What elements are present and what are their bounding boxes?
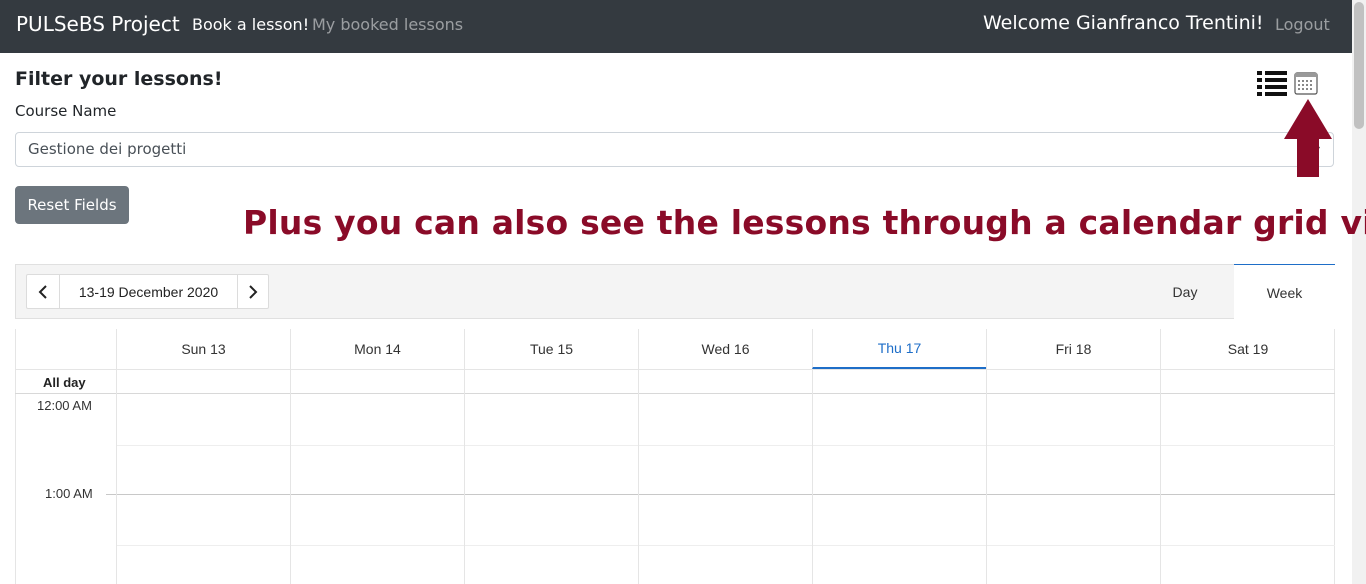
- scrollbar-thumb[interactable]: [1354, 2, 1364, 129]
- view-day-tab[interactable]: Day: [1136, 265, 1234, 318]
- next-week-button[interactable]: [237, 275, 268, 308]
- grid-line: [15, 369, 1335, 370]
- nav-booked-lessons[interactable]: My booked lessons: [312, 15, 463, 34]
- day-header[interactable]: Sun 13: [116, 329, 290, 369]
- chevron-left-icon: [38, 284, 47, 299]
- logout-link[interactable]: Logout: [1275, 15, 1330, 34]
- grid-line: [116, 369, 117, 584]
- day-header[interactable]: Wed 16: [638, 329, 812, 369]
- view-week-tab[interactable]: Week: [1234, 264, 1335, 320]
- course-name-label: Course Name: [15, 102, 117, 120]
- brand-link[interactable]: PULSeBS Project: [16, 12, 180, 36]
- all-day-label: All day: [43, 375, 86, 390]
- course-name-select[interactable]: Gestione dei progetti: [15, 132, 1334, 167]
- day-header[interactable]: Mon 14: [290, 329, 464, 369]
- reset-fields-button[interactable]: Reset Fields: [15, 186, 129, 224]
- annotation-arrow: [1284, 99, 1332, 177]
- grid-line: [1160, 369, 1161, 584]
- chevron-right-icon: [249, 284, 258, 299]
- navbar: PULSeBS Project Book a lesson! My booked…: [0, 0, 1352, 53]
- filter-title: Filter your lessons!: [15, 68, 223, 90]
- day-header[interactable]: Sat 19: [1160, 329, 1335, 369]
- grid-line: [638, 369, 639, 584]
- date-range-label[interactable]: 13-19 December 2020: [60, 275, 238, 308]
- date-navigation: 13-19 December 2020: [26, 274, 269, 309]
- grid-line: [812, 369, 813, 584]
- time-label: 1:00 AM: [45, 486, 93, 501]
- grid-line: [464, 369, 465, 584]
- grid-line: [290, 369, 291, 584]
- grid-line: [116, 445, 1335, 446]
- nav-book-lesson[interactable]: Book a lesson!: [192, 15, 309, 34]
- day-header[interactable]: Fri 18: [986, 329, 1160, 369]
- welcome-text: Welcome Gianfranco Trentini!: [983, 12, 1264, 34]
- list-icon[interactable]: [1257, 70, 1287, 96]
- day-header[interactable]: Tue 15: [464, 329, 638, 369]
- grid-line: [15, 393, 1335, 394]
- grid-line: [986, 369, 987, 584]
- time-label: 12:00 AM: [37, 398, 92, 413]
- calendar-icon[interactable]: [1294, 71, 1318, 95]
- prev-week-button[interactable]: [27, 275, 60, 308]
- day-header-today[interactable]: Thu 17: [812, 329, 986, 369]
- annotation-text: Plus you can also see the lessons throug…: [243, 203, 1366, 242]
- grid-line: [116, 545, 1335, 546]
